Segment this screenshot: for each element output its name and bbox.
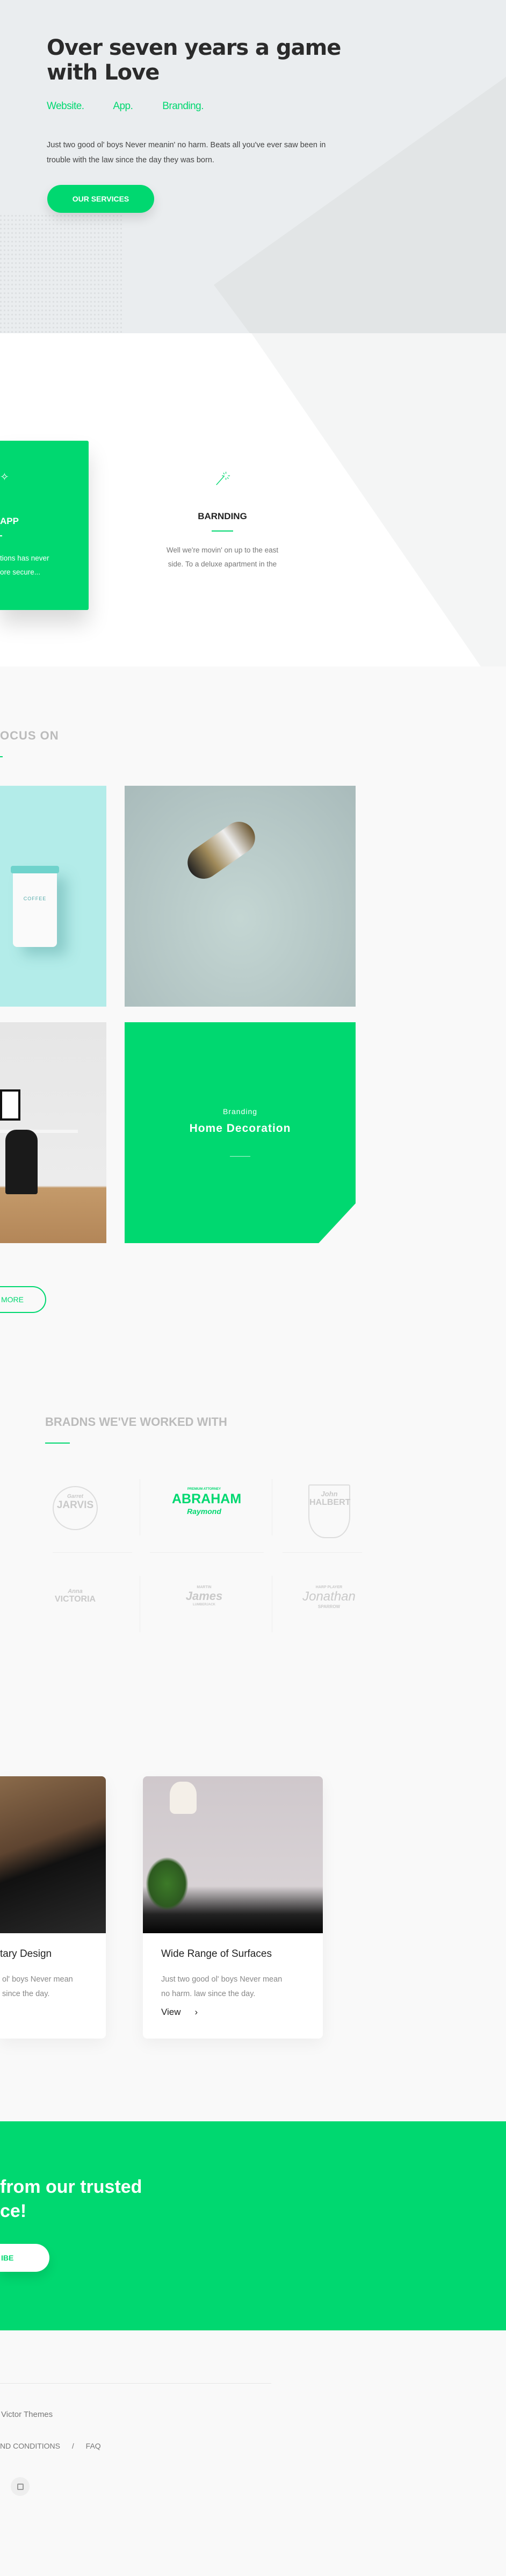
separator: / xyxy=(71,2442,74,2450)
plant-image xyxy=(146,1857,189,1911)
heading-underline xyxy=(45,1443,70,1444)
service-title: APP xyxy=(0,516,19,526)
brand-logo-james[interactable]: MARTIN James LUMBERJACK xyxy=(177,1585,231,1606)
our-services-button[interactable]: OUR SERVICES xyxy=(47,185,154,213)
tag-website: Website. xyxy=(47,101,84,112)
magic-wand-icon xyxy=(216,471,230,485)
divider xyxy=(283,1552,362,1553)
blog-text: Just two good ol' boys Never mean no harm… xyxy=(161,1975,283,1998)
cta-section: from our trusted ce! IBE xyxy=(0,2121,506,2330)
blog-title: Wide Range of Surfaces xyxy=(161,1948,272,1960)
cta-heading: from our trusted ce! xyxy=(0,2177,142,2221)
tag-branding: Branding. xyxy=(162,101,204,112)
divider xyxy=(0,535,2,536)
portfolio-item-coffee[interactable]: COFFEE xyxy=(0,786,106,1007)
blog-image-desk xyxy=(143,1776,323,1933)
divider xyxy=(230,1156,250,1157)
portfolio-category: Branding xyxy=(222,1107,258,1116)
blog-card[interactable]: tary Design ol' boys Never mean since the… xyxy=(0,1776,106,2039)
instagram-icon xyxy=(17,2483,24,2490)
portfolio-item-home-decoration[interactable]: Branding Home Decoration xyxy=(125,1022,356,1243)
hero-title: Over seven years a game with Love xyxy=(47,35,341,85)
hero-section: Over seven years a game with Love Websit… xyxy=(0,0,506,333)
focus-heading: OCUS ON xyxy=(0,729,59,742)
service-card-branding[interactable]: BARNDING Well we're movin' on up to the … xyxy=(142,470,303,571)
portfolio-item-office[interactable] xyxy=(0,1022,106,1243)
portfolio-title: Home Decoration xyxy=(189,1122,291,1135)
service-text: Well we're movin' on up to the east side.… xyxy=(166,546,279,568)
service-title: BARNDING xyxy=(198,511,247,521)
brand-logo-halbert[interactable]: John HALBERT xyxy=(308,1484,350,1538)
lamp-image xyxy=(170,1782,197,1814)
more-button[interactable]: MORE xyxy=(0,1286,46,1313)
coffee-cup-image: COFFEE xyxy=(11,866,59,947)
heading-underline xyxy=(0,756,3,757)
monitor-image xyxy=(0,1089,20,1121)
jumping-man-image xyxy=(181,815,262,885)
view-link-label: View xyxy=(161,2007,181,2017)
footer-links: ND CONDITIONS / FAQ xyxy=(0,2442,101,2450)
magic-wand-icon: ✧ xyxy=(0,471,9,483)
instagram-button[interactable] xyxy=(11,2477,30,2496)
chair-image xyxy=(5,1130,38,1194)
hero-tags: Website. App. Branding. xyxy=(47,101,230,112)
brand-logo-victoria[interactable]: Anna VICTORIA xyxy=(46,1588,105,1604)
divider xyxy=(150,1552,264,1553)
footer-credit: Victor Themes xyxy=(1,2410,53,2419)
terms-link[interactable]: ND CONDITIONS xyxy=(0,2442,60,2450)
coffee-logo-text: COFFEE xyxy=(23,896,47,901)
brand-logo-abraham[interactable]: PREMIUM ATTORNEY ABRAHAM Raymond xyxy=(172,1488,241,1516)
view-link[interactable]: View › xyxy=(161,2007,198,2018)
faq-link[interactable]: FAQ xyxy=(86,2442,101,2450)
brands-heading: BRADNS WE'VE WORKED WITH xyxy=(45,1415,227,1429)
chevron-right-icon: › xyxy=(194,2007,198,2017)
blog-title: tary Design xyxy=(0,1948,52,1960)
blog-text: ol' boys Never mean since the day. xyxy=(2,1975,73,1998)
tag-app: App. xyxy=(113,101,133,112)
divider xyxy=(53,1552,132,1553)
hero-text: Just two good ol' boys Never meanin' no … xyxy=(47,141,326,164)
footer-divider xyxy=(0,2383,271,2384)
blog-image-laptop xyxy=(0,1776,106,1933)
brand-logo-jonathan[interactable]: HARP PLAYER Jonathan SPARROW xyxy=(295,1585,363,1609)
subscribe-button[interactable]: IBE xyxy=(0,2244,49,2272)
brand-logo-jarvis[interactable]: Garret JARVIS xyxy=(53,1486,98,1530)
blog-card[interactable]: Wide Range of Surfaces Just two good ol'… xyxy=(143,1776,323,2039)
services-section: ✧ APP tions has never ore secure... BARND… xyxy=(0,333,506,666)
portfolio-item-jumping-man[interactable] xyxy=(125,786,356,1007)
service-text: tions has never ore secure... xyxy=(0,554,49,576)
service-card-app[interactable]: ✧ APP tions has never ore secure... xyxy=(0,441,89,610)
divider xyxy=(212,530,233,532)
